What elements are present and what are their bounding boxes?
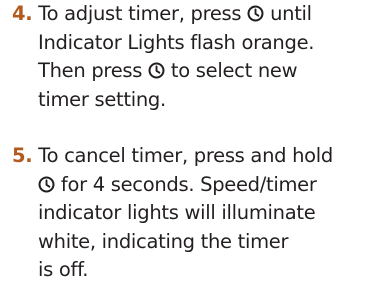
step-number: 5. [12,144,33,167]
timer-clock-icon [38,176,55,193]
step-4-line-3: Then press to select new [12,57,362,86]
step-5-line-2: for 4 seconds. Speed/timer [12,171,362,200]
step-4-line-2: Indicator Lights flash orange. [38,30,315,54]
step-text: Then press [38,59,149,82]
step-5: 5. To cancel timer, press and hold for 4… [12,142,362,285]
step-5-line-5: is off. [38,258,89,281]
step-text: to select new [165,59,298,82]
step-5-line-3: indicator lights will illuminate [38,201,316,224]
step-text: until [264,2,312,25]
step-4-line-1: 4. To adjust timer, press until [12,0,362,29]
timer-clock-icon [247,5,264,22]
step-number: 4. [12,2,33,25]
step-text: To cancel timer, press and hold [32,144,334,167]
step-4-line-4: timer setting. [38,87,166,111]
step-4: 4. To adjust timer, press until Indicato… [12,0,362,114]
step-5-line-4: white, indicating the timer [38,229,289,253]
step-text: for 4 seconds. Speed/timer [55,172,317,196]
step-text: To adjust timer, press [32,2,248,25]
step-5-line-1: 5. To cancel timer, press and hold [12,142,362,171]
timer-clock-icon [148,62,165,79]
